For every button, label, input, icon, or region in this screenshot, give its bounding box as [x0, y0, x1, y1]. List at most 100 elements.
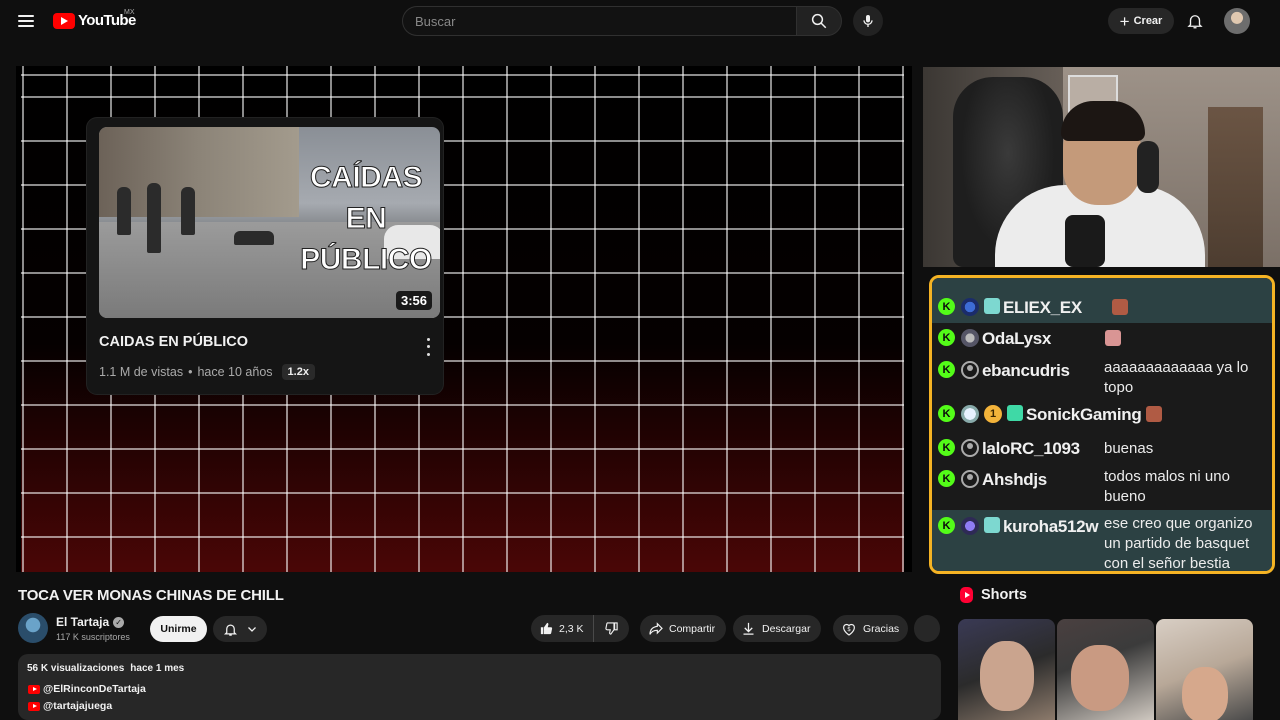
user-avatar-icon — [961, 517, 979, 535]
like-count: 2,3 K — [559, 622, 584, 635]
like-dislike-group: 2,3 K — [531, 615, 629, 642]
user-avatar-icon — [961, 329, 979, 347]
search-button[interactable] — [796, 6, 842, 36]
user-avatar-icon — [961, 361, 979, 379]
download-button[interactable]: Descargar — [733, 615, 821, 642]
create-button[interactable]: + Crear — [1108, 8, 1174, 34]
short-thumbnail[interactable] — [1156, 619, 1253, 720]
thumbnail-text-line: PÚBLICO — [300, 243, 433, 277]
join-button[interactable]: Unirme — [150, 616, 207, 642]
heart-dollar-icon: $ — [843, 623, 855, 636]
search-box — [402, 6, 797, 36]
channel-name: El Tartaja — [56, 615, 110, 629]
thumbnail-person — [181, 187, 195, 235]
emote-icon — [1111, 299, 1128, 315]
channel-handle: @ElRinconDeTartaja — [43, 683, 146, 695]
thumbnail-text-line: EN — [345, 202, 387, 236]
short-thumbnail[interactable] — [1057, 619, 1154, 720]
user-avatar-icon — [961, 439, 979, 457]
shorts-title: Shorts — [981, 587, 1027, 603]
region-code: MX — [124, 9, 135, 16]
more-options-icon[interactable] — [420, 336, 436, 358]
short-thumbnail[interactable] — [958, 619, 1055, 720]
like-button[interactable]: 2,3 K — [531, 615, 594, 642]
notifications-button[interactable] — [1183, 9, 1207, 33]
kick-badge-icon: K — [938, 517, 955, 534]
chat-username[interactable]: kuroha512w — [1003, 517, 1099, 537]
kick-badge-icon: K — [938, 298, 955, 315]
thanks-label: Gracias — [863, 622, 900, 635]
chat-message-text: todos malos ni uno bueno — [1104, 468, 1230, 505]
chat-message: K kuroha512w ese creo que organizo un pa… — [932, 510, 1272, 571]
dislike-button[interactable] — [594, 615, 629, 642]
thanks-button[interactable]: $ Gracias — [833, 615, 908, 642]
chat-message: K OdaLysx — [932, 326, 1272, 356]
kick-badge-icon: K — [938, 470, 955, 487]
chat-username[interactable]: ELIEX_EX — [1003, 298, 1082, 318]
share-button[interactable]: Compartir — [640, 615, 726, 642]
thumbnail-text: CAÍDAS EN PÚBLICO — [296, 157, 436, 280]
description-box[interactable]: 56 K visualizaciones hace 1 mes @ElRinco… — [18, 654, 941, 720]
description-channel-link[interactable]: @ElRinconDeTartaja — [28, 683, 146, 695]
recommended-video-thumbnail[interactable]: CAÍDAS EN PÚBLICO 3:56 — [99, 127, 440, 318]
voice-search-button[interactable] — [853, 6, 883, 36]
microphone-icon — [863, 15, 873, 27]
description-channel-link[interactable]: @tartajajuega — [28, 700, 112, 712]
chat-username[interactable]: Ahshdjs — [982, 470, 1047, 490]
share-icon — [649, 621, 663, 635]
chat-message: K ELIEX_EX — [932, 290, 1272, 323]
chat-row-partial — [932, 278, 1272, 290]
user-avatar-icon — [961, 298, 979, 316]
webcam-overlay — [923, 67, 1280, 267]
short-face — [1071, 645, 1129, 711]
chat-username[interactable]: OdaLysx — [982, 329, 1051, 349]
webcam-shelf — [1208, 107, 1263, 267]
gift-badge-icon — [1007, 405, 1023, 421]
bell-icon — [1187, 15, 1203, 29]
kick-badge-icon: K — [938, 439, 955, 456]
webcam-person-hair — [1061, 101, 1145, 141]
search-input[interactable] — [415, 13, 797, 29]
svg-text:$: $ — [847, 626, 851, 633]
chat-username[interactable]: ebancudris — [982, 361, 1070, 381]
bell-icon — [223, 624, 237, 636]
channel-avatar[interactable] — [18, 613, 48, 643]
more-actions-button[interactable] — [914, 615, 940, 642]
chevron-down-icon — [247, 627, 256, 632]
microphone-icon — [1065, 215, 1105, 267]
thumbnail-person — [234, 231, 274, 245]
shorts-icon — [960, 587, 973, 603]
menu-icon[interactable] — [14, 10, 38, 32]
chat-username[interactable]: SonickGaming — [1026, 405, 1142, 425]
upload-age: hace 1 mes — [130, 663, 185, 674]
chat-message: K laloRC_1093 buenas — [932, 436, 1272, 464]
subscription-notifications-button[interactable] — [213, 616, 267, 642]
chat-message: K ebancudris aaaaaaaaaaaaa ya lo topo — [932, 358, 1272, 400]
emote-icon — [1146, 406, 1163, 422]
plus-icon: + — [1119, 11, 1130, 31]
description-meta: 56 K visualizaciones hace 1 mes — [27, 663, 184, 674]
video-title: TOCA VER MONAS CHINAS DE CHILL — [18, 587, 284, 604]
upload-age: hace 10 años — [197, 365, 273, 379]
share-label: Compartir — [669, 622, 716, 635]
kick-badge-icon: K — [938, 329, 955, 346]
chat-username[interactable]: laloRC_1093 — [982, 439, 1080, 459]
recommended-video-title[interactable]: CAIDAS EN PÚBLICO — [99, 334, 248, 350]
kick-badge-icon: K — [938, 405, 955, 422]
channel-name-link[interactable]: El Tartaja ✓ — [56, 615, 125, 629]
player-edge — [16, 66, 21, 572]
video-player[interactable]: CAÍDAS EN PÚBLICO 3:56 CAIDAS EN PÚBLICO… — [16, 66, 912, 572]
subscriber-count: 117 K suscriptores — [56, 632, 130, 642]
shorts-header: Shorts — [960, 587, 1027, 603]
speed-badge: 1.2x — [281, 364, 315, 380]
recommended-video-card[interactable]: CAÍDAS EN PÚBLICO 3:56 CAIDAS EN PÚBLICO… — [87, 118, 443, 394]
user-avatar-icon — [961, 405, 979, 423]
account-avatar[interactable] — [1224, 8, 1250, 34]
top-bar: YouTube MX + Crear — [0, 0, 1280, 42]
headset-icon — [1137, 141, 1159, 193]
download-icon — [743, 622, 754, 635]
subscriber-badge-icon — [984, 517, 1000, 533]
meta-separator: • — [188, 365, 193, 379]
chat-message-text: aaaaaaaaaaaaa ya lo topo — [1104, 359, 1249, 396]
subscriber-badge-icon — [984, 298, 1000, 314]
